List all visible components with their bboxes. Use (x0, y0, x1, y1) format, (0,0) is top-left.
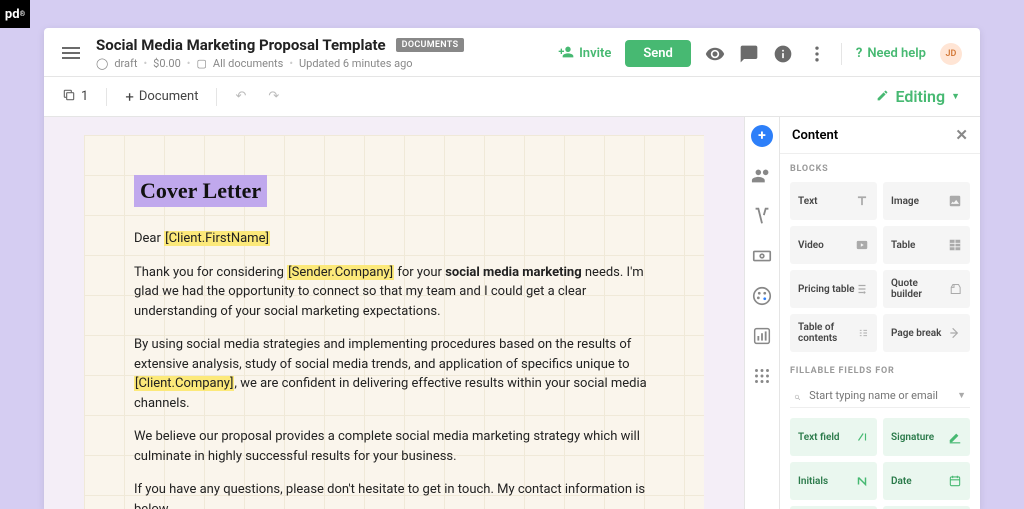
block-image[interactable]: Image (883, 182, 970, 220)
block-label: Signature (891, 432, 934, 443)
copy-icon (62, 88, 76, 106)
mode-dropdown[interactable]: Editing ▼ (866, 83, 970, 110)
block-label: Table of contents (798, 322, 858, 344)
textfield-icon (855, 430, 869, 444)
document-type-badge: DOCUMENTS (396, 38, 465, 52)
block-text[interactable]: Text (790, 182, 877, 220)
block-label: Page break (891, 328, 941, 339)
image-icon (948, 194, 962, 208)
user-avatar[interactable]: JD (940, 43, 962, 65)
recipient-search[interactable]: ▼ (790, 384, 970, 408)
paragraph-1[interactable]: Thank you for considering [Sender.Compan… (134, 263, 654, 322)
pencil-icon (876, 87, 889, 106)
invite-button[interactable]: Invite (558, 44, 611, 64)
client-firstname-variable[interactable]: [Client.FirstName] (164, 231, 270, 246)
paragraph-3[interactable]: We believe our proposal provides a compl… (134, 427, 654, 466)
send-button[interactable]: Send (625, 40, 691, 67)
pricing-icon[interactable] (751, 245, 773, 267)
block-label: Image (891, 196, 919, 207)
block-textfield[interactable]: Text field (790, 418, 877, 456)
block-label: Text field (798, 432, 840, 443)
app-logo: pd® (0, 0, 30, 28)
pages-button[interactable]: 1 (54, 84, 96, 110)
quote-icon (949, 282, 962, 296)
block-toc[interactable]: Table of contents (790, 314, 877, 352)
add-content-icon[interactable]: + (751, 125, 773, 147)
initials-icon (855, 474, 869, 488)
paragraph-2[interactable]: By using social media strategies and imp… (134, 335, 654, 413)
design-icon[interactable] (751, 285, 773, 307)
text-icon (855, 194, 869, 208)
table-icon (948, 238, 962, 252)
toc-icon (858, 326, 869, 340)
chevron-down-icon[interactable]: ▼ (957, 390, 966, 401)
undo-button[interactable]: ↶ (227, 85, 254, 108)
block-label: Initials (798, 476, 828, 487)
close-icon[interactable]: ✕ (955, 126, 968, 144)
more-icon[interactable] (807, 44, 827, 64)
content-panel: Content ✕ BLOCKS Text Image Video Table Pric… (780, 117, 980, 509)
side-rail: + (744, 117, 780, 509)
hamburger-menu-icon[interactable] (62, 44, 80, 62)
doc-status-icon: ◯ (96, 57, 108, 70)
redo-button[interactable]: ↷ (260, 85, 287, 108)
cover-letter-heading[interactable]: Cover Letter (134, 175, 267, 207)
block-video[interactable]: Video (790, 226, 877, 264)
signature-icon (948, 430, 962, 444)
pricing-icon (855, 282, 869, 296)
apps-icon[interactable] (751, 365, 773, 387)
folder-icon: ▢ (197, 57, 207, 70)
add-document-button[interactable]: + Document (117, 84, 206, 110)
block-label: Table (891, 240, 915, 251)
sender-company-variable[interactable]: [Sender.Company] (287, 265, 394, 280)
recipient-search-input[interactable] (809, 389, 949, 402)
people-icon[interactable] (751, 165, 773, 187)
document-title: Social Media Marketing Proposal Template (96, 36, 386, 54)
chevron-down-icon: ▼ (951, 91, 960, 102)
block-table[interactable]: Table (883, 226, 970, 264)
block-signature[interactable]: Signature (883, 418, 970, 456)
block-initials[interactable]: Initials (790, 462, 877, 500)
blocks-section-label: BLOCKS (790, 164, 970, 174)
plus-icon: + (125, 88, 134, 106)
break-icon (948, 326, 962, 340)
chat-icon[interactable] (739, 44, 759, 64)
greeting-line[interactable]: Dear [Client.FirstName] (134, 229, 654, 249)
analytics-icon[interactable] (751, 325, 773, 347)
preview-icon[interactable] (705, 44, 725, 64)
document-meta: ◯ draft • $0.00 • ▢ All documents • Upda… (96, 57, 558, 70)
document-canvas[interactable]: Cover Letter Dear [Client.FirstName] Tha… (44, 117, 744, 509)
block-quote[interactable]: Quote builder (883, 270, 970, 308)
client-company-variable[interactable]: [Client.Company] (134, 376, 234, 391)
search-icon (794, 389, 801, 402)
block-label: Text (798, 196, 818, 207)
block-break[interactable]: Page break (883, 314, 970, 352)
date-icon (948, 474, 962, 488)
document-page[interactable]: Cover Letter Dear [Client.FirstName] Tha… (84, 135, 704, 509)
block-label: Video (798, 240, 824, 251)
info-icon[interactable] (773, 44, 793, 64)
block-pricing[interactable]: Pricing table (790, 270, 877, 308)
toolbar: 1 + Document ↶ ↷ Editing ▼ (44, 77, 980, 117)
help-button[interactable]: ?Need help (856, 46, 926, 61)
video-icon (855, 238, 869, 252)
fillable-section-label: FILLABLE FIELDS FOR (790, 366, 970, 376)
person-add-icon (558, 44, 574, 64)
app-header: Social Media Marketing Proposal Template… (44, 28, 980, 77)
panel-title: Content (792, 128, 838, 143)
block-date[interactable]: Date (883, 462, 970, 500)
block-label: Quote builder (891, 278, 949, 300)
block-label: Pricing table (798, 284, 855, 295)
block-label: Date (891, 476, 912, 487)
variables-icon[interactable] (751, 205, 773, 227)
paragraph-4[interactable]: If you have any questions, please don't … (134, 480, 654, 509)
